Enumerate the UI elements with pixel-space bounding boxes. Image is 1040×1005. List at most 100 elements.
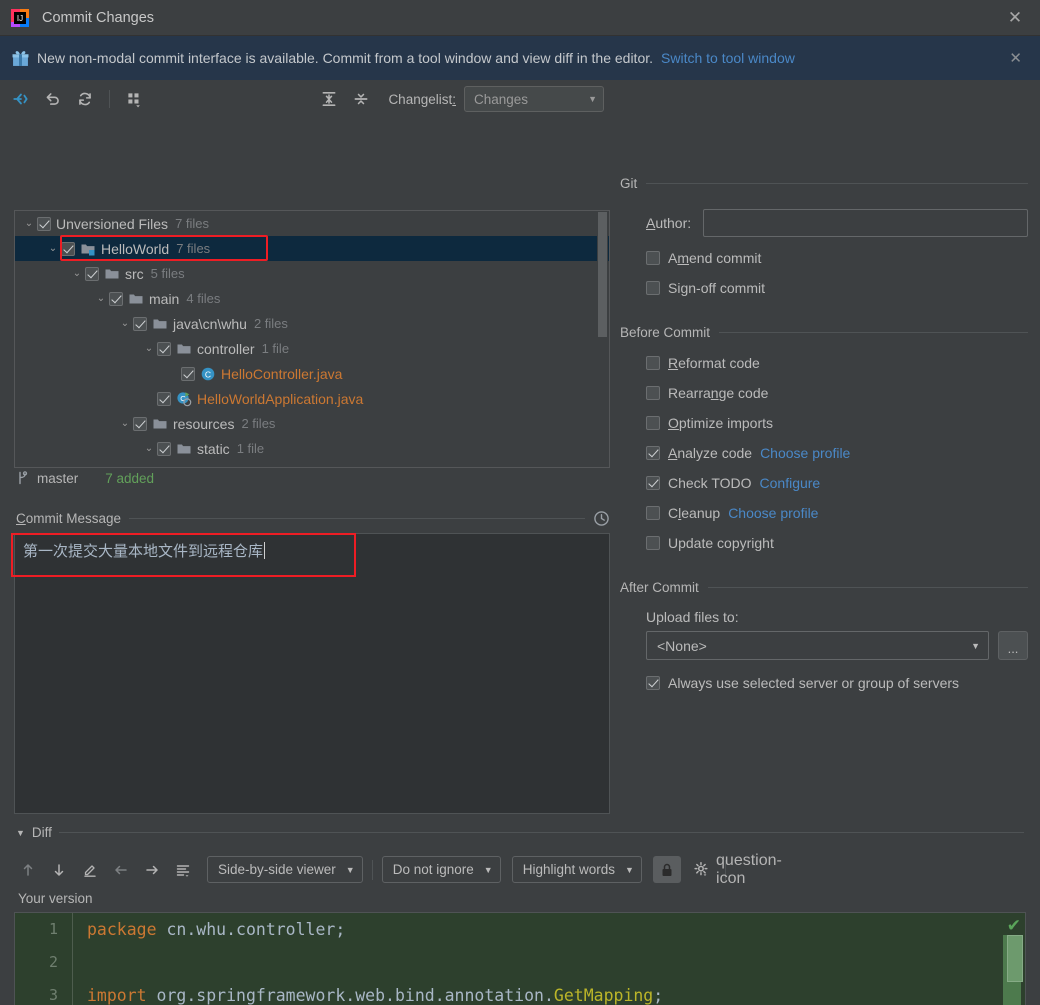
tree-scrollbar[interactable] (597, 212, 608, 466)
collapse-all-icon[interactable] (346, 85, 376, 113)
git-group-title: Git (620, 176, 638, 191)
sign-off-commit-checkbox[interactable] (646, 281, 660, 295)
refresh-icon[interactable] (70, 85, 100, 113)
diff-code-area[interactable]: 1 2 3 4 package cn.whu.controller; impor… (14, 912, 1026, 1005)
browse-servers-button[interactable]: ... (998, 631, 1028, 660)
analyze-code-choose-profile-link[interactable]: Choose profile (760, 445, 850, 461)
your-version-label: Your version (18, 891, 93, 906)
show-diff-icon[interactable] (6, 85, 36, 113)
amend-commit-checkbox-row[interactable]: Amend commit (646, 243, 1028, 273)
tree-row-checkbox[interactable] (133, 316, 147, 331)
chevron-down-icon[interactable]: ⌄ (93, 291, 109, 307)
chevron-down-icon[interactable]: ⌄ (117, 316, 133, 332)
code-token: cn.whu.controller; (156, 920, 346, 939)
tree-row-checkbox[interactable] (181, 366, 195, 381)
tree-row-checkbox[interactable] (133, 416, 147, 431)
tree-row-checkbox[interactable] (157, 441, 171, 456)
commit-message-input[interactable]: 第一次提交大量本地文件到远程仓库 (14, 533, 610, 814)
changes-tree-panel[interactable]: ⌄ Unversioned Files 7 files ⌄ HelloWorld 7 fi… (14, 210, 610, 468)
update-copyright-checkbox-row[interactable]: Update copyright (646, 528, 1028, 558)
changes-tree: ⌄ Unversioned Files 7 files ⌄ HelloWorld 7 fi… (15, 211, 609, 461)
check-todo-configure-link[interactable]: Configure (760, 475, 821, 491)
diff-marker-gutter[interactable]: ✔ (999, 913, 1025, 1005)
author-input[interactable] (703, 209, 1028, 237)
check-todo-checkbox[interactable] (646, 476, 660, 490)
chevron-down-icon[interactable]: ⌄ (21, 216, 37, 232)
amend-commit-checkbox[interactable] (646, 251, 660, 265)
optimize-imports-checkbox-row[interactable]: Optimize imports (646, 408, 1028, 438)
chevron-down-icon[interactable]: ⌄ (117, 416, 133, 432)
tree-row[interactable]: C HelloWorldApplication.java (15, 386, 609, 411)
accept-left-icon[interactable] (107, 856, 135, 883)
chevron-down-icon: ▼ (483, 864, 493, 875)
tree-row-checkbox[interactable] (37, 216, 51, 231)
collapse-unchanged-icon[interactable] (169, 856, 197, 883)
diff-toolbar: Side-by-side viewer ▼ Do not ignore ▼ Hi… (14, 852, 782, 887)
tree-row[interactable]: ⌄ src 5 files (15, 261, 609, 286)
expand-all-icon[interactable] (314, 85, 344, 113)
tree-row[interactable]: ⌄ HelloWorld 7 files (15, 236, 609, 261)
tree-row[interactable]: ⌄ Unversioned Files 7 files (15, 211, 609, 236)
divider (707, 587, 1028, 588)
tree-row-checkbox[interactable] (157, 341, 171, 356)
chevron-down-icon: ▼ (345, 864, 355, 875)
analyze-code-checkbox-row[interactable]: Analyze code Choose profile (646, 438, 1028, 468)
diff-section-header[interactable]: ▼ Diff (16, 825, 1024, 840)
close-icon[interactable]: ✕ (1000, 3, 1030, 33)
accept-right-icon[interactable] (138, 856, 166, 883)
always-use-server-checkbox-row[interactable]: Always use selected server or group of s… (646, 668, 1028, 698)
tree-row[interactable]: ⌄ java\cn\whu 2 files (15, 311, 609, 336)
reformat-code-checkbox-row[interactable]: Reformat code (646, 348, 1028, 378)
tree-row[interactable]: ⌄ static 1 file (15, 436, 609, 461)
spring-boot-application-icon: C (176, 391, 192, 407)
banner-close-icon[interactable]: ✕ (1003, 49, 1028, 67)
tree-row-label: static (197, 440, 230, 457)
rearrange-code-checkbox[interactable] (646, 386, 660, 400)
tree-row-checkbox[interactable] (85, 266, 99, 281)
cleanup-checkbox[interactable] (646, 506, 660, 520)
always-use-server-checkbox[interactable] (646, 676, 660, 690)
tree-row-label: HelloWorldApplication.java (197, 390, 364, 407)
chevron-down-icon[interactable]: ⌄ (141, 341, 157, 357)
analyze-code-checkbox[interactable] (646, 446, 660, 460)
reformat-code-checkbox[interactable] (646, 356, 660, 370)
ignore-mode-combo[interactable]: Do not ignore ▼ (381, 856, 501, 883)
optimize-imports-checkbox[interactable] (646, 416, 660, 430)
upload-target-combo[interactable]: <None> ▼ (646, 631, 989, 660)
update-copyright-checkbox[interactable] (646, 536, 660, 550)
tree-scrollbar-thumb[interactable] (598, 212, 607, 337)
tree-row[interactable]: C HelloController.java (15, 361, 609, 386)
tree-row-checkbox[interactable] (157, 391, 171, 406)
clock-icon[interactable] (593, 510, 610, 527)
tree-row-label: HelloController.java (221, 365, 343, 382)
tree-row-checkbox[interactable] (61, 241, 75, 256)
annotate-icon[interactable] (76, 856, 104, 883)
tree-row-checkbox[interactable] (109, 291, 123, 306)
tree-row[interactable]: ⌄ main 4 files (15, 286, 609, 311)
next-difference-icon[interactable] (45, 856, 73, 883)
highlight-mode-combo[interactable]: Highlight words ▼ (511, 856, 642, 883)
tree-row[interactable]: ⌄ controller 1 file (15, 336, 609, 361)
lock-icon[interactable] (652, 856, 681, 883)
update-copyright-label: Update copyright (668, 535, 774, 551)
diff-scrollbar-thumb[interactable] (1007, 935, 1023, 982)
check-todo-checkbox-row[interactable]: Check TODO Configure (646, 468, 1028, 498)
previous-difference-icon[interactable] (14, 856, 42, 883)
sign-off-commit-checkbox-row[interactable]: Sign-off commit (646, 273, 1028, 303)
gear-icon[interactable] (688, 856, 716, 883)
after-commit-group-header: After Commit (620, 580, 1028, 595)
chevron-down-icon[interactable]: ⌄ (69, 266, 85, 282)
cleanup-choose-profile-link[interactable]: Choose profile (728, 505, 818, 521)
analyze-code-label: Analyze code (668, 445, 753, 461)
revert-icon[interactable] (38, 85, 68, 113)
tree-row[interactable]: ⌄ resources 2 files (15, 411, 609, 436)
cleanup-checkbox-row[interactable]: Cleanup Choose profile (646, 498, 1028, 528)
rearrange-code-checkbox-row[interactable]: Rearrange code (646, 378, 1028, 408)
changelist-combo[interactable]: Changes ▼ (464, 86, 604, 112)
switch-to-tool-window-link[interactable]: Switch to tool window (661, 50, 795, 66)
question-icon[interactable]: question-icon (716, 852, 782, 887)
group-by-icon[interactable] (119, 85, 149, 113)
chevron-down-icon[interactable]: ⌄ (45, 241, 61, 257)
chevron-down-icon[interactable]: ⌄ (141, 441, 157, 457)
viewer-mode-combo[interactable]: Side-by-side viewer ▼ (207, 856, 363, 883)
